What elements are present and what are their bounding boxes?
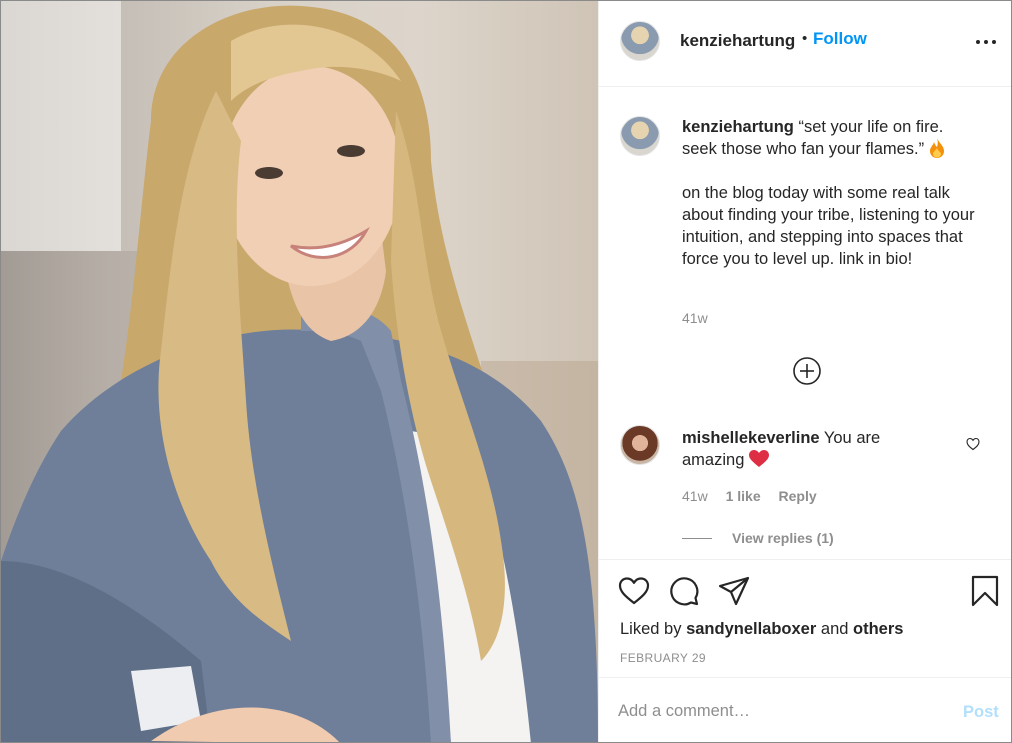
post-caption: kenziehartung “set your life on fire. se… — [682, 116, 982, 270]
post-photo-illustration — [1, 1, 598, 742]
comment-likes[interactable]: 1 like — [726, 488, 761, 504]
post-photo[interactable] — [1, 1, 598, 742]
liked-by-others[interactable]: others — [853, 620, 903, 638]
author-username[interactable]: kenziehartung — [680, 31, 795, 51]
comment-body: mishellekeverline You are amazing — [682, 427, 922, 471]
fire-emoji-icon — [929, 138, 944, 158]
caption-username[interactable]: kenziehartung — [682, 118, 794, 136]
add-comment-bar: Post — [599, 677, 1011, 742]
replies-divider-line — [682, 538, 712, 539]
view-replies-label: View replies (1) — [732, 530, 834, 546]
comments-section[interactable]: kenziehartung “set your life on fire. se… — [599, 88, 1011, 558]
comment-meta: 41w 1 like Reply — [682, 488, 831, 504]
post-actions: Liked by sandynellaboxer and others FEBR… — [599, 559, 1011, 677]
post-header: kenziehartung • Follow — [599, 1, 1011, 87]
heart-icon[interactable] — [618, 575, 650, 607]
caption-timestamp[interactable]: 41w — [682, 310, 708, 326]
comment-input[interactable] — [618, 696, 938, 726]
reply-button[interactable]: Reply — [779, 488, 817, 504]
instagram-post-window: kenziehartung • Follow kenziehartung “se… — [0, 0, 1012, 743]
comment-username[interactable]: mishellekeverline — [682, 429, 820, 447]
send-icon[interactable] — [718, 575, 750, 607]
caption-line2: on the blog today with some real talk ab… — [682, 184, 975, 268]
liked-by-line: Liked by sandynellaboxer and others — [620, 620, 903, 639]
comment-icon[interactable] — [668, 575, 700, 607]
post-date[interactable]: FEBRUARY 29 — [620, 651, 706, 665]
header-separator: • — [802, 30, 808, 47]
post-details-panel: kenziehartung • Follow kenziehartung “se… — [598, 1, 1011, 742]
liked-by-prefix: Liked by — [620, 620, 682, 638]
bookmark-icon[interactable] — [969, 575, 1001, 607]
liked-by-user[interactable]: sandynellaboxer — [686, 620, 816, 638]
comment-avatar[interactable] — [620, 425, 660, 465]
follow-button[interactable]: Follow — [813, 29, 867, 49]
plus-circle-icon[interactable] — [792, 356, 822, 386]
post-comment-button[interactable]: Post — [963, 703, 999, 722]
comment-heart-icon[interactable] — [966, 437, 980, 451]
comment-timestamp[interactable]: 41w — [682, 488, 708, 504]
liked-by-conjunction: and — [820, 620, 849, 638]
more-options-icon[interactable] — [975, 29, 999, 53]
caption-avatar[interactable] — [620, 116, 660, 156]
red-heart-emoji-icon — [748, 450, 769, 467]
author-avatar[interactable] — [620, 21, 660, 61]
view-replies-button[interactable]: View replies (1) — [682, 530, 834, 546]
